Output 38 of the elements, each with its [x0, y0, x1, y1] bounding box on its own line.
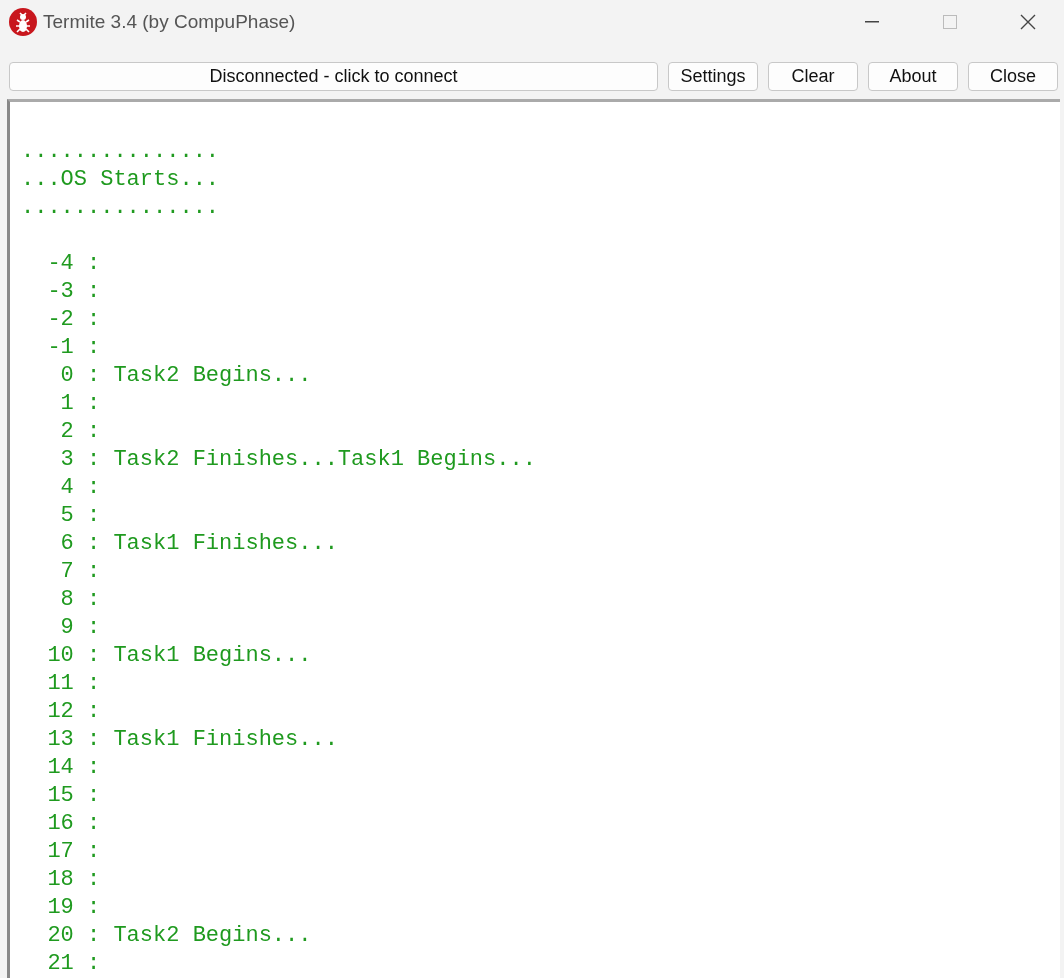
toolbar-button[interactable]: About — [868, 62, 958, 91]
terminal-line: 12 : — [46, 698, 101, 726]
terminal-line: 17 : — [46, 838, 101, 866]
terminal-line: 15 : — [46, 782, 101, 810]
terminal-line: ...OS Starts... — [21, 166, 220, 194]
ant-logo-icon — [9, 8, 37, 36]
close-icon[interactable] — [1020, 14, 1036, 30]
terminal-line: 4 : — [59, 474, 101, 502]
connection-button[interactable]: Disconnected - click to connect — [9, 62, 658, 91]
minimize-icon[interactable] — [865, 21, 879, 23]
toolbar-button[interactable]: Clear — [768, 62, 858, 91]
terminal-line: 16 : — [46, 810, 101, 838]
terminal-line: 3 : Task2 Finishes...Task1 Begins... — [59, 446, 536, 474]
terminal-line: 0 : Task2 Begins... — [59, 362, 312, 390]
terminal-line: -1 : — [46, 334, 101, 362]
terminal-line: -2 : — [46, 306, 101, 334]
terminal-line: 19 : — [46, 894, 101, 922]
terminal-line: 14 : — [46, 754, 101, 782]
terminal-line: 8 : — [59, 586, 101, 614]
terminal-line: ............... — [21, 138, 220, 166]
terminal-line: 9 : — [59, 614, 101, 642]
terminal-line: -3 : — [46, 278, 101, 306]
toolbar-button[interactable]: Settings — [668, 62, 758, 91]
toolbar-button[interactable]: Close — [968, 62, 1058, 91]
terminal-line: 5 : — [59, 502, 101, 530]
terminal-line: 13 : Task1 Finishes... — [46, 726, 338, 754]
terminal-line: 21 : — [46, 950, 101, 978]
terminal-line: 7 : — [59, 558, 101, 586]
terminal-line: 1 : — [59, 390, 101, 418]
terminal-line: 11 : — [46, 670, 101, 698]
terminal-line: ............... — [21, 194, 220, 222]
terminal-line: 18 : — [46, 866, 101, 894]
terminal-line: -4 : — [46, 250, 101, 278]
terminal-line: 2 : — [59, 418, 101, 446]
terminal-line: 20 : Task2 Begins... — [46, 922, 312, 950]
window-title: Termite 3.4 (by CompuPhase) — [43, 11, 297, 33]
terminal-line: 10 : Task1 Begins... — [46, 642, 312, 670]
terminal-line: 6 : Task1 Finishes... — [59, 530, 338, 558]
